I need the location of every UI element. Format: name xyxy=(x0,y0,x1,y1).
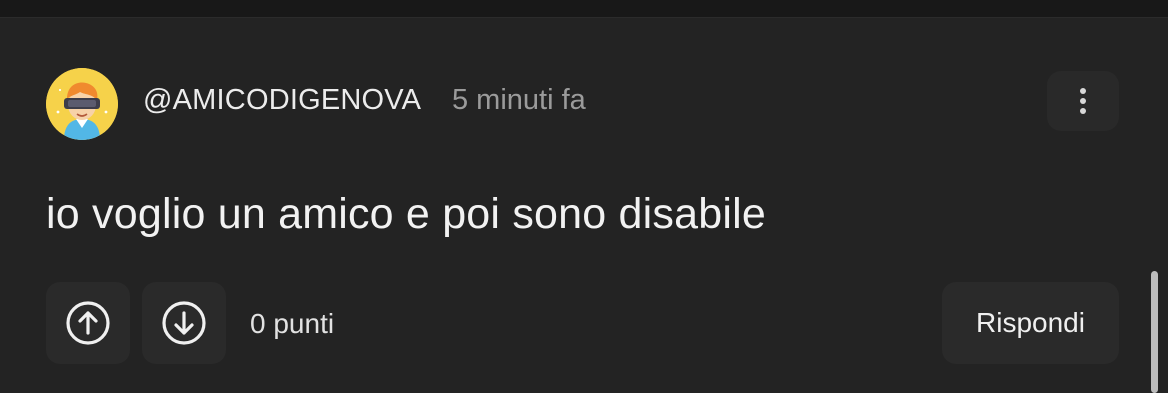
score-label: 0 punti xyxy=(250,308,335,339)
reply-button[interactable]: Rispondi xyxy=(942,282,1119,364)
comment-timestamp: 5 minuti fa xyxy=(452,84,586,116)
upvote-button[interactable] xyxy=(46,282,130,364)
more-vertical-icon xyxy=(1080,88,1086,114)
arrow-up-circle-icon xyxy=(66,301,110,345)
scrollbar-thumb[interactable] xyxy=(1151,271,1158,393)
comment-text: io voglio un amico e poi sono disabile xyxy=(46,190,766,238)
comment-card: @AMICODIGENOVA 5 minuti fa io voglio un … xyxy=(0,18,1168,393)
avatar-image xyxy=(46,68,118,140)
downvote-button[interactable] xyxy=(142,282,226,364)
arrow-down-circle-icon xyxy=(162,301,206,345)
avatar[interactable] xyxy=(46,68,118,140)
comment-username[interactable]: @AMICODIGENOVA xyxy=(143,84,421,117)
top-bar xyxy=(0,0,1168,18)
more-options-button[interactable] xyxy=(1047,71,1119,131)
